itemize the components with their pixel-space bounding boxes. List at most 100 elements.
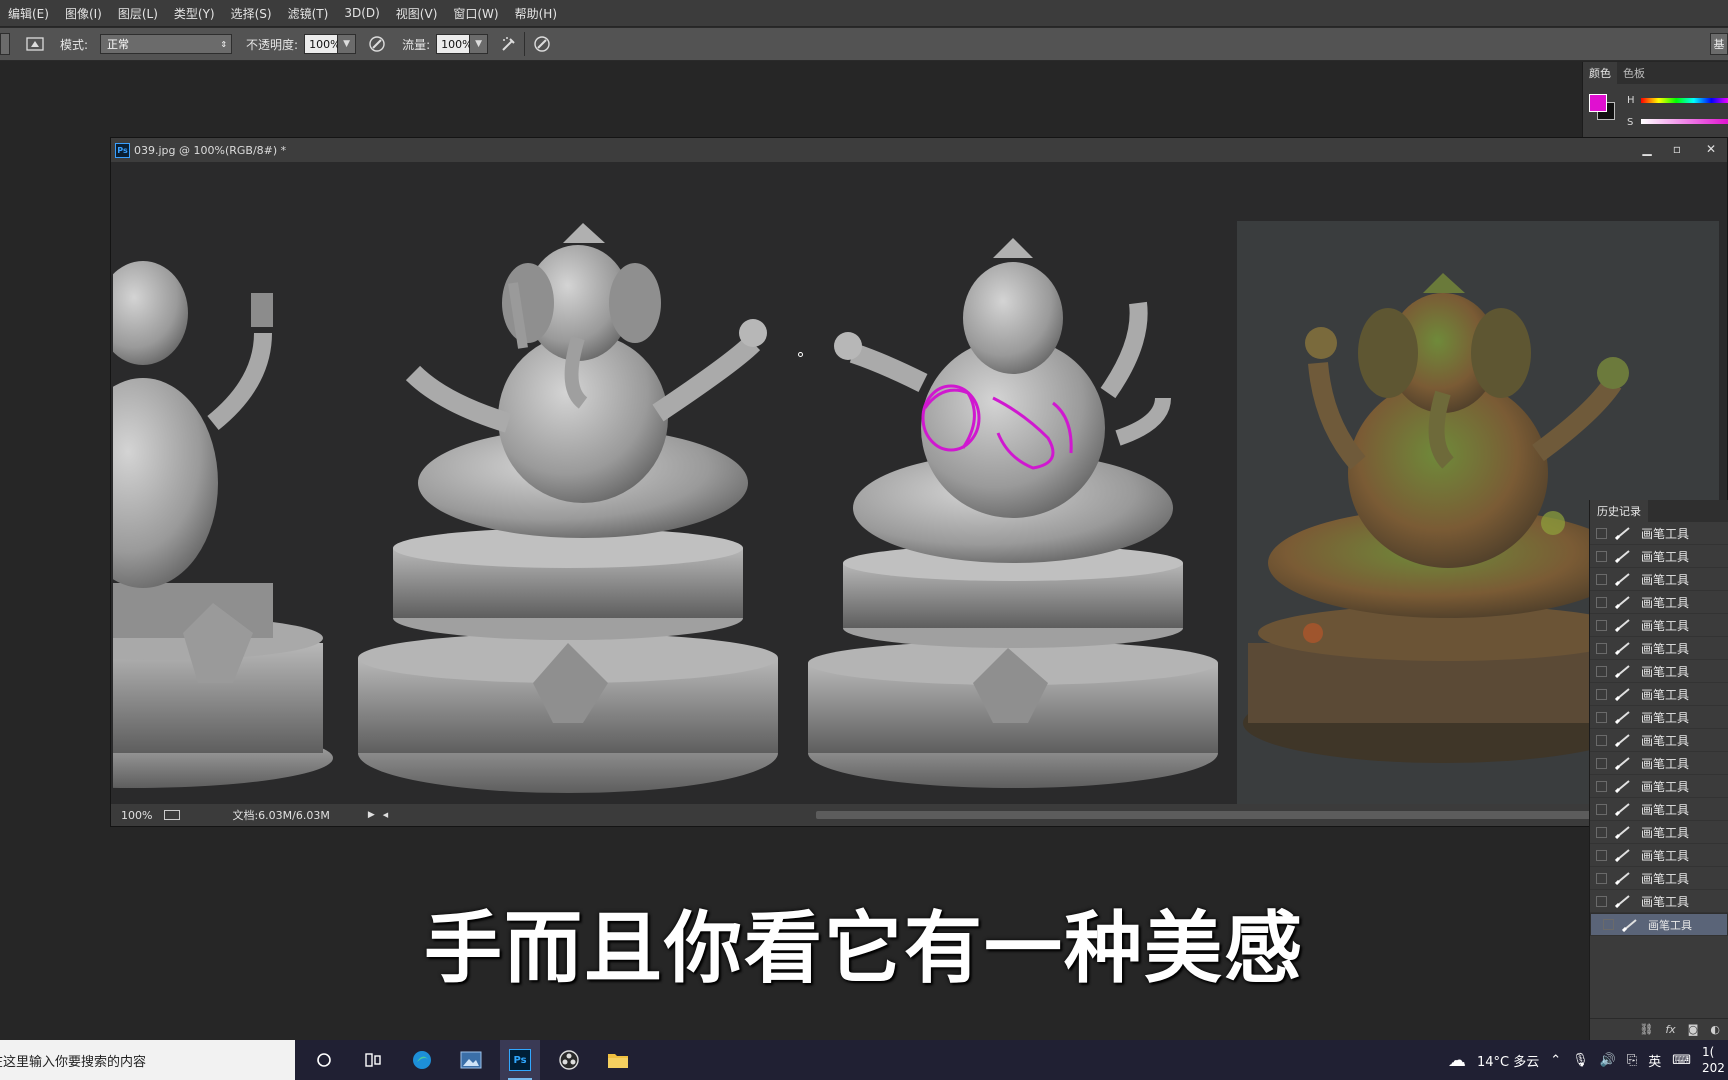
document-window: Ps 039.jpg @ 100%(RGB/8#) * ▁ ▫ ✕ 100% 文… xyxy=(110,137,1728,827)
history-item[interactable]: 画笔工具 xyxy=(1590,545,1728,568)
opacity-dropdown[interactable]: ▼ xyxy=(338,34,357,54)
mode-label: 模式: xyxy=(60,37,89,52)
history-item[interactable]: 画笔工具 xyxy=(1590,591,1728,614)
history-snapshot-checkbox[interactable] xyxy=(1596,734,1607,746)
menu-window[interactable]: 窗口(W) xyxy=(453,5,498,22)
menu-edit[interactable]: 编辑(E) xyxy=(8,5,49,22)
history-item[interactable]: 画笔工具 xyxy=(1590,637,1728,660)
tab-swatches[interactable]: 色板 xyxy=(1617,62,1651,84)
history-snapshot-checkbox[interactable] xyxy=(1596,642,1607,654)
tray-expand-icon[interactable]: ⌃ xyxy=(1550,1053,1561,1068)
blend-mode-select[interactable]: 正常 ⇕ xyxy=(100,34,233,54)
history-snapshot-checkbox[interactable] xyxy=(1596,665,1607,677)
history-item[interactable]: 画笔工具 xyxy=(1590,775,1728,798)
flow-dropdown[interactable]: ▼ xyxy=(470,34,489,54)
history-item[interactable]: 画笔工具 xyxy=(1590,729,1728,752)
history-item-label: 画笔工具 xyxy=(1641,687,1690,702)
history-item-label: 画笔工具 xyxy=(1641,710,1690,725)
brush-panel-toggle-icon[interactable] xyxy=(24,33,46,55)
obs-recorder-icon[interactable] xyxy=(549,1040,589,1080)
volume-icon[interactable]: 🔊 xyxy=(1600,1053,1616,1068)
document-title-bar[interactable]: Ps 039.jpg @ 100%(RGB/8#) * ▁ ▫ ✕ xyxy=(111,138,1727,162)
taskbar-search-input[interactable]: 在这里输入你要搜索的内容 xyxy=(0,1040,295,1080)
history-snapshot-checkbox[interactable] xyxy=(1596,872,1607,884)
history-snapshot-checkbox[interactable] xyxy=(1596,550,1607,562)
tab-history[interactable]: 历史记录 xyxy=(1590,500,1648,522)
close-icon[interactable]: ✕ xyxy=(1698,140,1724,158)
history-snapshot-checkbox[interactable] xyxy=(1596,711,1607,723)
video-subtitle: 手而且你看它有一种美感 xyxy=(423,904,1304,994)
weather-cloud-icon[interactable]: ☁ xyxy=(1448,1050,1466,1071)
status-menu-arrow-icon[interactable]: ▶ xyxy=(368,810,375,820)
cortana-circle-icon[interactable] xyxy=(304,1040,344,1080)
clock[interactable]: 1( 2021 xyxy=(1702,1044,1724,1076)
history-list: 画笔工具 画笔工具 画笔工具 画笔工具 画笔工具 画笔工具 画笔工具 画笔工具 画笔工具 画笔工具… xyxy=(1590,522,1728,936)
photos-app-icon[interactable] xyxy=(451,1040,491,1080)
link-icon[interactable]: ⛓ xyxy=(1639,1023,1653,1036)
menu-layer[interactable]: 图层(L) xyxy=(118,5,158,22)
menu-select[interactable]: 选择(S) xyxy=(231,5,272,22)
network-icon[interactable]: ⎘ xyxy=(1627,1053,1637,1068)
ime-toolbar-icon[interactable]: ⌨ xyxy=(1672,1053,1691,1068)
input-method-indicator[interactable]: 英 xyxy=(1648,1051,1661,1070)
flow-field[interactable]: 100% xyxy=(436,34,473,54)
task-view-icon[interactable] xyxy=(353,1040,393,1080)
foreground-swatch[interactable] xyxy=(1589,94,1607,112)
photoshop-app-icon[interactable]: Ps xyxy=(500,1040,540,1080)
microphone-icon[interactable]: 🎙 xyxy=(1572,1053,1589,1068)
history-snapshot-checkbox[interactable] xyxy=(1596,619,1607,631)
history-snapshot-checkbox[interactable] xyxy=(1596,803,1607,815)
history-item[interactable]: 画笔工具 xyxy=(1590,844,1728,867)
history-snapshot-checkbox[interactable] xyxy=(1596,826,1607,838)
horizontal-scrollbar[interactable] xyxy=(816,811,1716,819)
history-snapshot-checkbox[interactable] xyxy=(1596,757,1607,769)
history-item-label: 画笔工具 xyxy=(1641,572,1690,587)
hue-slider[interactable] xyxy=(1641,98,1728,103)
document-canvas[interactable] xyxy=(113,163,1719,805)
statue-back-left xyxy=(113,261,333,788)
adjustment-icon[interactable]: ◐ xyxy=(1710,1023,1720,1036)
history-item[interactable]: 画笔工具 xyxy=(1590,821,1728,844)
opacity-field[interactable]: 100% xyxy=(304,34,341,54)
history-item[interactable]: 画笔工具 xyxy=(1590,660,1728,683)
airbrush-icon[interactable] xyxy=(498,33,520,55)
scroll-left-arrow-icon[interactable]: ◀ xyxy=(383,811,388,819)
workspace-switcher-button[interactable]: 基 xyxy=(1710,33,1728,55)
history-snapshot-checkbox[interactable] xyxy=(1596,573,1607,585)
history-snapshot-checkbox[interactable] xyxy=(1596,596,1607,608)
history-snapshot-checkbox[interactable] xyxy=(1596,849,1607,861)
pressure-size-icon[interactable] xyxy=(531,33,553,55)
saturation-slider[interactable] xyxy=(1641,119,1728,124)
file-explorer-icon[interactable] xyxy=(598,1040,638,1080)
minimize-icon[interactable]: ▁ xyxy=(1634,140,1660,158)
status-toggle-icon[interactable] xyxy=(164,810,181,820)
brush-tool-icon xyxy=(1614,664,1633,679)
history-snapshot-checkbox[interactable] xyxy=(1596,688,1607,700)
history-item[interactable]: 画笔工具 xyxy=(1590,568,1728,591)
history-snapshot-checkbox[interactable] xyxy=(1596,527,1607,539)
edge-browser-icon[interactable] xyxy=(402,1040,442,1080)
menu-view[interactable]: 视图(V) xyxy=(396,5,438,22)
fx-icon[interactable]: fx xyxy=(1665,1023,1675,1036)
weather-text[interactable]: 14°C 多云 xyxy=(1477,1051,1539,1070)
menu-type[interactable]: 类型(Y) xyxy=(174,5,215,22)
restore-icon[interactable]: ▫ xyxy=(1664,140,1690,158)
menu-image[interactable]: 图像(I) xyxy=(65,5,102,22)
history-item[interactable]: 画笔工具 xyxy=(1590,706,1728,729)
hue-label: H xyxy=(1627,95,1635,106)
tab-color[interactable]: 颜色 xyxy=(1583,62,1617,84)
history-snapshot-checkbox[interactable] xyxy=(1596,780,1607,792)
history-item[interactable]: 画笔工具 xyxy=(1590,614,1728,637)
menu-help[interactable]: 帮助(H) xyxy=(515,5,557,22)
mask-icon[interactable]: ◙ xyxy=(1688,1023,1699,1036)
menu-filter[interactable]: 滤镜(T) xyxy=(288,5,329,22)
pressure-opacity-icon[interactable] xyxy=(366,33,388,55)
zoom-level[interactable]: 100% xyxy=(121,809,152,822)
menu-3d[interactable]: 3D(D) xyxy=(344,6,379,20)
history-item[interactable]: 画笔工具 xyxy=(1590,752,1728,775)
history-item[interactable]: 画笔工具 xyxy=(1590,683,1728,706)
history-item[interactable]: 画笔工具 xyxy=(1590,522,1728,545)
tool-preset-dropdown[interactable] xyxy=(0,33,10,55)
history-item[interactable]: 画笔工具 xyxy=(1590,798,1728,821)
brush-tool-icon xyxy=(1614,549,1633,564)
